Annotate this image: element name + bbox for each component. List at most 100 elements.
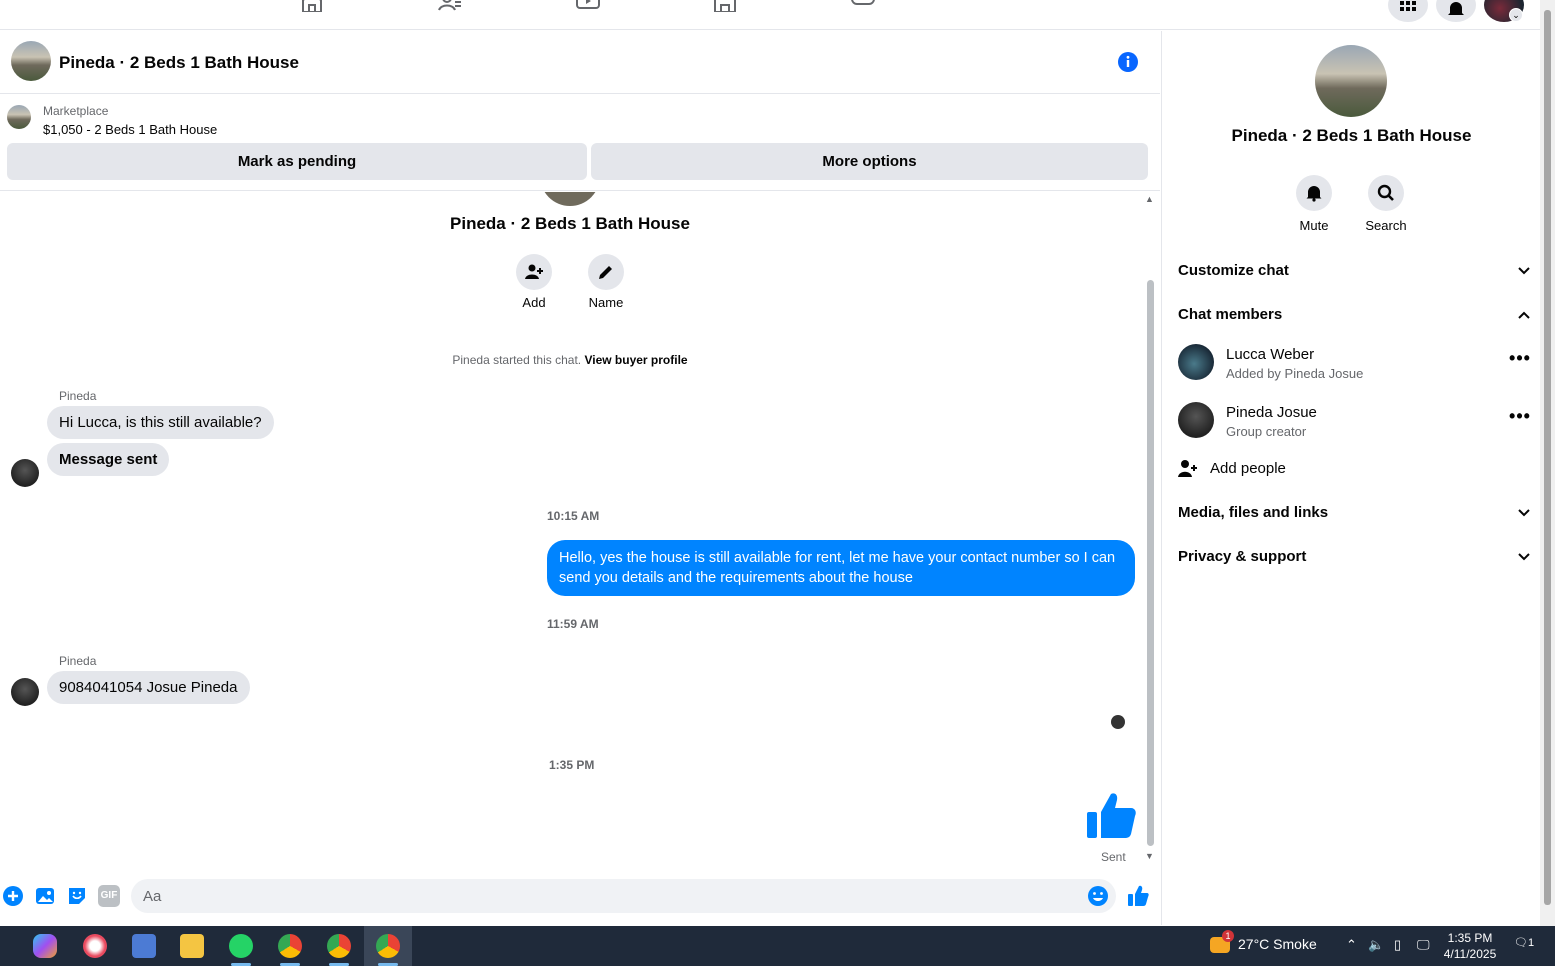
customize-chat-label: Customize chat [1178,262,1289,279]
member-lucca-weber[interactable]: Lucca Weber Added by Pineda Josue ••• [1178,344,1532,384]
weather-widget[interactable]: 1 27°C Smoke [1210,930,1317,954]
paint-app[interactable] [71,926,119,966]
scroll-down-arrow-icon[interactable]: ▼ [1145,851,1154,861]
show-hidden-icons-chevron-icon[interactable]: ⌃ [1346,937,1357,953]
chrome-app[interactable] [266,926,314,966]
more-options-icon[interactable]: ••• [1508,407,1532,430]
outgoing-message[interactable]: Hello, yes the house is still available … [547,540,1135,596]
sender-avatar[interactable] [11,459,39,487]
member-subtitle: Group creator [1226,424,1307,439]
battery-icon[interactable]: ▯ [1394,937,1401,953]
sticker-icon[interactable] [66,885,88,907]
panel-chat-avatar[interactable] [1315,45,1387,117]
home-icon[interactable] [300,0,324,13]
add-person-icon [525,264,543,279]
friends-icon[interactable] [438,0,462,12]
copilot-app[interactable] [21,926,69,966]
copilot-icon [33,934,57,958]
sender-avatar[interactable] [11,678,39,706]
pencil-icon [599,266,612,279]
video-icon[interactable] [576,0,600,12]
clock-date: 4/11/2025 [1443,947,1497,961]
thumbs-up-icon[interactable] [1085,790,1137,842]
name-chat-button[interactable]: Name [576,254,636,310]
calculator-app[interactable] [120,926,168,966]
chrome-icon [278,934,302,958]
file-explorer-app[interactable] [168,926,216,966]
chat-members-section[interactable]: Chat members [1178,306,1532,328]
member-pineda-josue[interactable]: Pineda Josue Group creator ••• [1178,402,1532,442]
privacy-support-section[interactable]: Privacy & support [1178,548,1532,570]
like-button-icon[interactable] [1127,885,1149,907]
gaming-icon[interactable] [851,0,875,12]
chat-details-panel: Pineda · 2 Beds 1 Bath House Mute Search… [1161,31,1540,925]
incoming-message[interactable]: Hi Lucca, is this still available? [47,406,274,439]
bell-icon [1306,186,1322,202]
message-composer: GIF [0,870,1160,924]
chevron-down-icon [1518,509,1530,517]
paint-icon [83,934,107,958]
photo-icon[interactable] [34,885,56,907]
window-scrollbar[interactable] [1540,0,1555,926]
chrome-profile-app[interactable] [315,926,363,966]
chevron-down-icon [1518,267,1530,275]
marketplace-listing-bar: Marketplace $1,050 - 2 Beds 1 Bath House… [0,95,1160,191]
avatar[interactable] [1178,344,1214,380]
chat-title[interactable]: Pineda · 2 Beds 1 Bath House [59,53,299,73]
conversation-area: Pineda · 2 Beds 1 Bath House Add Name Pi… [0,192,1160,867]
notifications-button[interactable] [1436,0,1476,22]
incoming-message[interactable]: Message sent [47,443,170,476]
member-name: Pineda Josue [1226,404,1317,421]
incoming-message[interactable]: 9084041054 Josue Pineda [47,671,250,704]
whatsapp-app[interactable] [217,926,265,966]
timestamp: 10:15 AM [547,509,600,523]
window-scroll-thumb[interactable] [1544,10,1551,905]
listing-thumbnail[interactable] [7,105,31,129]
volume-icon[interactable]: 🔈 [1368,937,1384,953]
conversation-title: Pineda · 2 Beds 1 Bath House [450,214,690,233]
mark-as-pending-button[interactable]: Mark as pending [7,143,587,180]
chat-avatar[interactable] [11,41,51,81]
more-options-button[interactable]: More options [591,143,1148,180]
mute-button[interactable]: Mute [1284,175,1344,233]
gif-button[interactable]: GIF [98,885,120,907]
menu-grid-button[interactable] [1388,0,1428,22]
chat-header: Pineda · 2 Beds 1 Bath House [0,31,1160,94]
member-name: Lucca Weber [1226,346,1315,363]
conversation-scroll-thumb[interactable] [1147,280,1154,846]
account-chevron-icon[interactable]: ⌄ [1509,8,1523,22]
message-input[interactable] [131,879,1116,913]
marketplace-icon[interactable] [713,0,737,13]
scroll-up-arrow-icon[interactable]: ▲ [1145,194,1154,204]
media-files-links-section[interactable]: Media, files and links [1178,504,1532,526]
more-options-icon[interactable]: ••• [1508,349,1532,372]
started-text: Pineda started this chat. [452,353,585,367]
weather-text: 27°C Smoke [1238,936,1317,952]
timestamp: 11:59 AM [547,617,599,631]
timestamp: 1:35 PM [549,758,595,772]
network-icon[interactable]: 🖵 [1417,937,1430,953]
marketplace-label: Marketplace [43,104,109,118]
add-people-label: Add people [1210,460,1286,477]
clock-time: 1:35 PM [1447,931,1493,945]
search-button[interactable]: Search [1356,175,1416,233]
listing-title[interactable]: $1,050 - 2 Beds 1 Bath House [43,122,217,137]
sender-name: Pineda [59,654,97,668]
avatar[interactable] [1178,402,1214,438]
notification-center-icon[interactable]: 🗨1 [1514,936,1536,956]
customize-chat-section[interactable]: Customize chat [1178,262,1532,284]
privacy-label: Privacy & support [1178,548,1307,565]
info-icon[interactable] [1117,51,1139,73]
windows-taskbar: 1 27°C Smoke ⌃ 🔈 ▯ 🖵 1:35 PM 4/11/2025 🗨1 [0,926,1555,966]
chat-members-label: Chat members [1178,306,1283,323]
chrome-profile-app-active[interactable] [364,926,412,966]
conversation-avatar [540,192,600,206]
emoji-icon[interactable] [1087,885,1109,907]
add-member-button[interactable]: Add [504,254,564,310]
plus-circle-icon[interactable] [2,885,24,907]
read-receipt-avatar [1111,715,1125,729]
add-people-button[interactable]: Add people [1178,459,1532,483]
bell-icon [1448,2,1464,15]
view-buyer-profile-link[interactable]: View buyer profile [584,353,687,367]
system-clock[interactable]: 1:35 PM 4/11/2025 [1440,930,1500,962]
